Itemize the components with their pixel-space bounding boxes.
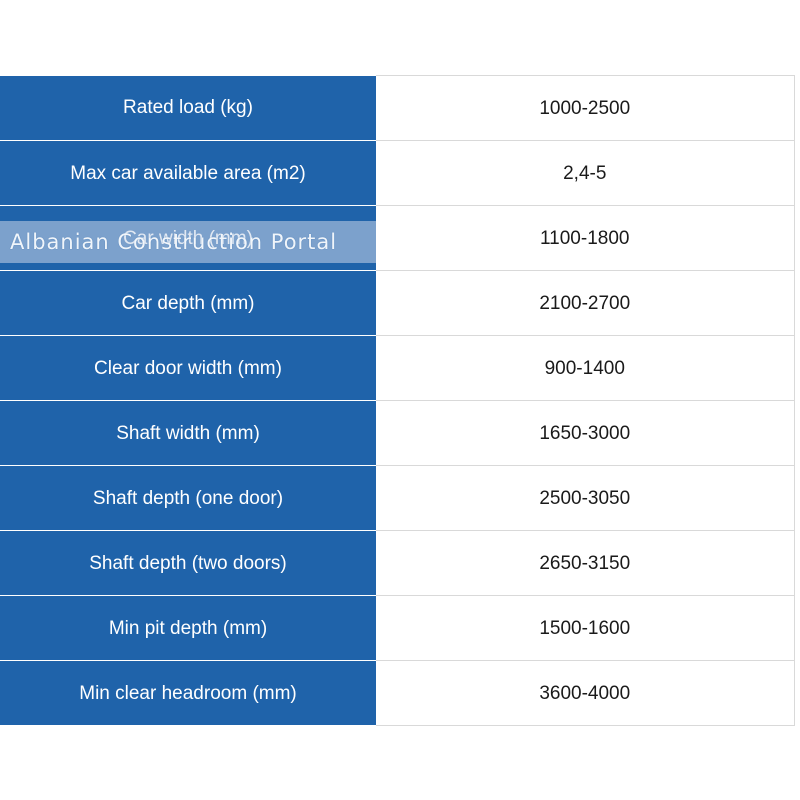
spec-label: Shaft depth (two doors) — [0, 530, 376, 596]
table-row: Min pit depth (mm) 1500-1600 — [0, 595, 795, 661]
spec-label: Min clear headroom (mm) — [0, 660, 376, 726]
table-row: Min clear headroom (mm) 3600-4000 — [0, 660, 795, 726]
spec-label: Clear door width (mm) — [0, 335, 376, 401]
spec-label: Max car available area (m2) — [0, 140, 376, 206]
spec-value: 2500-3050 — [376, 465, 795, 531]
table-row: Car depth (mm) 2100-2700 — [0, 270, 795, 336]
spec-value: 2100-2700 — [376, 270, 795, 336]
spec-label: Rated load (kg) — [0, 75, 376, 141]
table-row: Max car available area (m2) 2,4-5 — [0, 140, 795, 206]
spec-label: Car depth (mm) — [0, 270, 376, 336]
specification-table: Rated load (kg) 1000-2500 Max car availa… — [0, 75, 795, 726]
table-row: Shaft depth (two doors) 2650-3150 — [0, 530, 795, 596]
spec-value: 2,4-5 — [376, 140, 795, 206]
spec-label: Shaft depth (one door) — [0, 465, 376, 531]
spec-label: Min pit depth (mm) — [0, 595, 376, 661]
spec-value: 1650-3000 — [376, 400, 795, 466]
table-row: Car width (mm) 1100-1800 — [0, 205, 795, 271]
table-row: Rated load (kg) 1000-2500 — [0, 75, 795, 141]
table-row: Clear door width (mm) 900-1400 — [0, 335, 795, 401]
spec-value: 1500-1600 — [376, 595, 795, 661]
spec-label: Shaft width (mm) — [0, 400, 376, 466]
spec-value: 900-1400 — [376, 335, 795, 401]
table-row: Shaft width (mm) 1650-3000 — [0, 400, 795, 466]
spec-value: 1100-1800 — [376, 205, 795, 271]
spec-value: 1000-2500 — [376, 75, 795, 141]
spec-value: 2650-3150 — [376, 530, 795, 596]
spec-value: 3600-4000 — [376, 660, 795, 726]
spec-label: Car width (mm) — [0, 205, 376, 271]
table-row: Shaft depth (one door) 2500-3050 — [0, 465, 795, 531]
